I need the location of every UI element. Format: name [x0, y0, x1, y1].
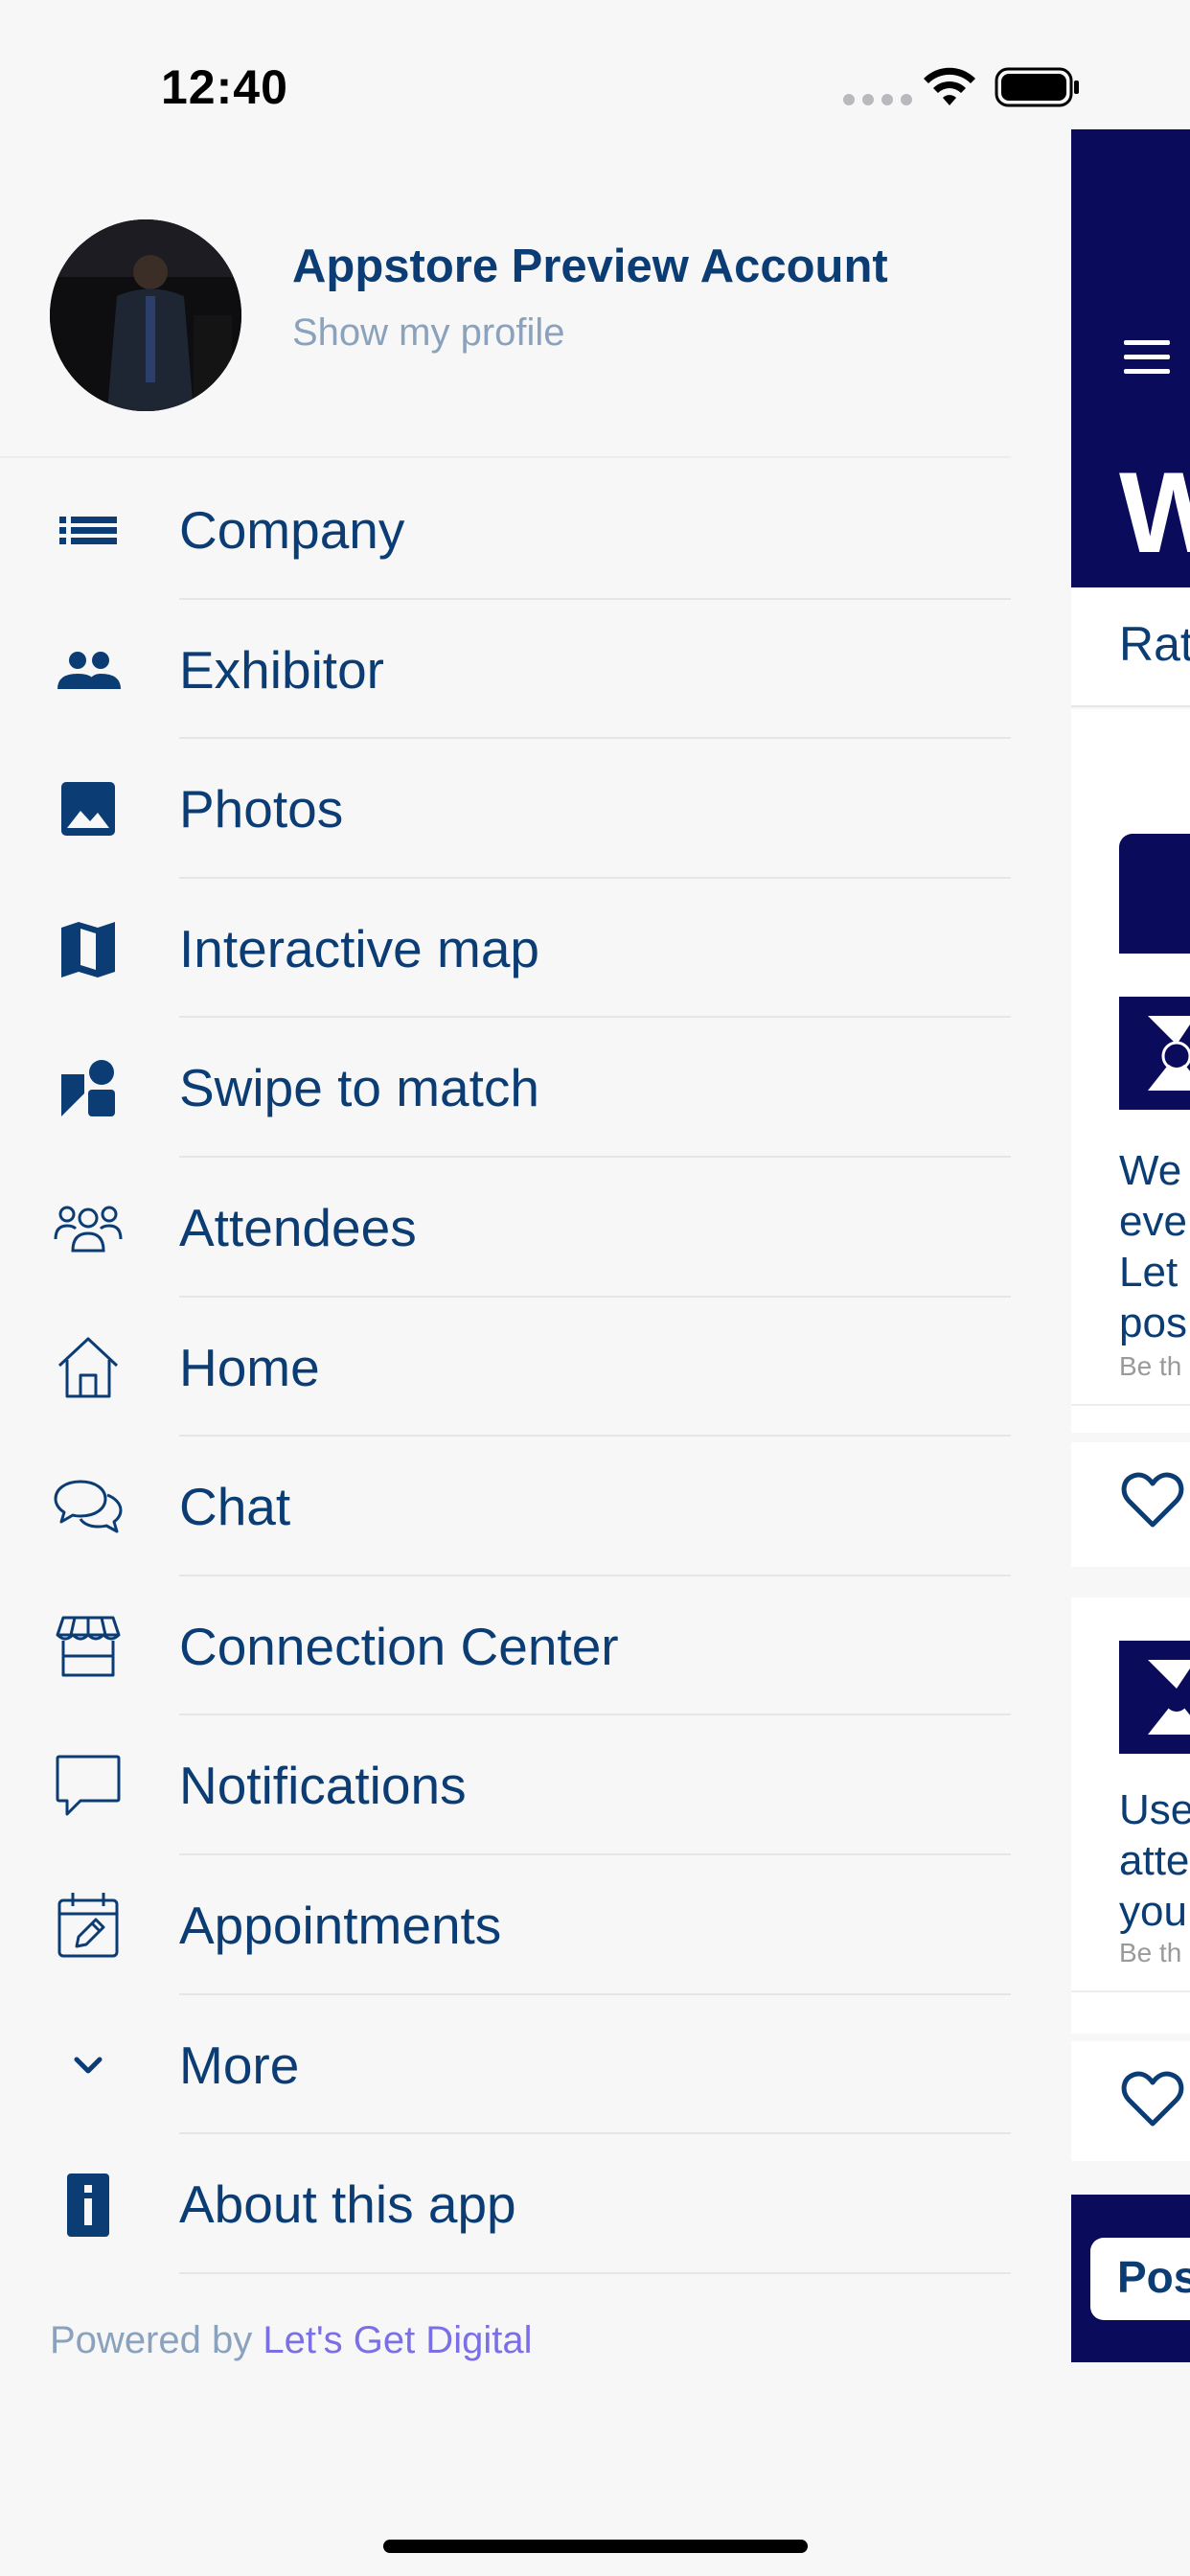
menu-item-label: Chat [179, 1477, 291, 1537]
powered-by: Powered by Let's Get Digital [50, 2319, 532, 2362]
chat-bubbles-icon [50, 1473, 126, 1540]
menu-item-label: About this app [179, 2174, 516, 2235]
divider [179, 2271, 1011, 2274]
menu-item-swipe-to-match[interactable]: Swipe to match [0, 1018, 1011, 1158]
image-icon [50, 775, 126, 842]
group-icon [50, 1194, 126, 1261]
menu-item-chat[interactable]: Chat [0, 1437, 1011, 1576]
organizer-logo [1119, 1641, 1190, 1754]
info-icon [50, 2171, 126, 2238]
menu-item-label: Home [179, 1337, 320, 1397]
home-indicator[interactable] [383, 2540, 808, 2553]
navigation-drawer: Appstore Preview Account Show my profile… [0, 129, 1011, 2576]
post-card[interactable]: Use atte you Be th [1071, 1598, 1190, 2034]
menu-item-label: Swipe to match [179, 1058, 540, 1118]
divider [1071, 1404, 1190, 1406]
post-card[interactable]: We ever Let pos Be th [1071, 954, 1190, 1433]
divider [1071, 1990, 1190, 1992]
hamburger-menu-icon[interactable] [1124, 340, 1170, 379]
home-icon [50, 1334, 126, 1401]
show-profile-link[interactable]: Show my profile [292, 311, 565, 355]
post-actions [1071, 2041, 1190, 2161]
menu-item-appointments[interactable]: Appointments [0, 1855, 1011, 1995]
menu-item-company[interactable]: Company [0, 460, 1011, 600]
speech-bubble-icon [50, 1752, 126, 1819]
rate-row[interactable]: Rat [1071, 587, 1190, 707]
menu-item-label: Connection Center [179, 1616, 619, 1676]
menu-item-interactive-map[interactable]: Interactive map [0, 879, 1011, 1019]
like-heart-icon[interactable] [1121, 1471, 1184, 1529]
shapes-icon [50, 1054, 126, 1121]
wifi-icon [924, 67, 975, 105]
powered-by-prefix: Powered by [50, 2319, 253, 2361]
post-meta: Be th [1119, 1351, 1182, 1381]
menu-item-exhibitor[interactable]: Exhibitor [0, 600, 1011, 740]
menu-item-more[interactable]: More [0, 1995, 1011, 2135]
avatar[interactable] [50, 219, 241, 411]
menu-item-label: Company [179, 500, 405, 560]
organizer-logo [1119, 997, 1190, 1110]
menu-item-label: Exhibitor [179, 639, 384, 700]
menu-item-label: More [179, 2035, 300, 2095]
calendar-edit-icon [50, 1892, 126, 1959]
menu-item-attendees[interactable]: Attendees [0, 1158, 1011, 1298]
people-icon [50, 636, 126, 703]
menu-item-connection-center[interactable]: Connection Center [0, 1576, 1011, 1716]
menu-item-label: Attendees [179, 1197, 417, 1257]
post-meta: Be th [1119, 1938, 1182, 1967]
map-icon [50, 915, 126, 982]
post-text: We ever Let pos [1119, 1147, 1190, 1346]
menu-item-about-this-app[interactable]: About this app [0, 2134, 1011, 2274]
menu-item-notifications[interactable]: Notifications [0, 1715, 1011, 1855]
chevron-down-icon [50, 2032, 126, 2099]
main-screen-peek[interactable]: W Rat We ever Let pos Be th [1071, 129, 1190, 2576]
post-composer-bar: Pos [1071, 2195, 1190, 2362]
main-header: W [1071, 129, 1190, 587]
status-bar: 12:40 [0, 0, 1190, 129]
post-button[interactable]: Pos [1090, 2238, 1190, 2320]
powered-by-link[interactable]: Let's Get Digital [263, 2319, 532, 2361]
profile-name: Appstore Preview Account [292, 241, 888, 292]
storefront-icon [50, 1613, 126, 1680]
menu-item-home[interactable]: Home [0, 1298, 1011, 1438]
list-icon [50, 496, 126, 564]
post-button-label: Pos [1117, 2252, 1190, 2302]
main-title-fragment: W [1119, 448, 1190, 577]
menu-item-label: Notifications [179, 1756, 467, 1816]
battery-icon [995, 67, 1079, 107]
cellular-signal-icon [843, 94, 912, 105]
status-time: 12:40 [161, 60, 288, 114]
drawer-menu: Company Exhibitor Photos Interactive map… [0, 460, 1011, 2274]
menu-item-photos[interactable]: Photos [0, 739, 1011, 879]
like-heart-icon[interactable] [1121, 2070, 1184, 2128]
rate-text-fragment: Rat [1119, 617, 1190, 671]
post-actions [1071, 1442, 1190, 1567]
menu-item-label: Interactive map [179, 918, 540, 978]
post-text: Use atte you [1119, 1786, 1190, 1935]
menu-item-label: Photos [179, 779, 344, 840]
profile-header[interactable]: Appstore Preview Account Show my profile [0, 129, 1011, 458]
menu-item-label: Appointments [179, 1895, 502, 1955]
